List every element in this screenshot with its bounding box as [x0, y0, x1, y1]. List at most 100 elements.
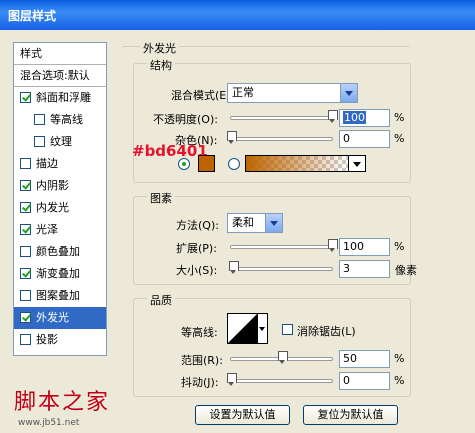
style-item-label: 描边 [36, 157, 58, 170]
color-annotation: #bd6401 [132, 142, 208, 160]
style-item-label: 斜面和浮雕 [36, 91, 91, 104]
set-default-label: 设置为默认值 [209, 408, 276, 421]
style-item-checkbox[interactable] [34, 114, 45, 125]
spread-slider-thumb[interactable] [328, 239, 338, 252]
jitter-input[interactable]: 0 [339, 372, 390, 390]
style-item-label: 图案叠加 [36, 289, 80, 302]
jitter-label: 抖动(J): [181, 376, 219, 389]
contour-picker[interactable] [227, 313, 258, 344]
reset-default-button[interactable]: 复位为默认值 [303, 405, 398, 425]
style-item[interactable]: 描边 [14, 153, 106, 175]
style-item-label: 渐变叠加 [36, 267, 80, 280]
noise-input[interactable]: 0 [339, 130, 390, 148]
glow-color-swatch[interactable] [198, 155, 215, 172]
method-select[interactable]: 柔和 [227, 213, 283, 233]
title-bar: 图层样式 [0, 0, 475, 30]
method-value: 柔和 [232, 216, 254, 229]
noise-slider[interactable] [227, 131, 333, 144]
jitter-slider-thumb[interactable] [227, 373, 237, 386]
style-item-label: 颜色叠加 [36, 245, 80, 258]
styles-header-label: 样式 [20, 47, 42, 60]
style-item-checkbox[interactable] [20, 158, 31, 169]
style-item-checkbox[interactable] [20, 180, 31, 191]
spread-input[interactable]: 100 [339, 238, 390, 256]
contour-curve-icon [228, 314, 257, 343]
noise-value: 0 [343, 132, 350, 145]
spread-label: 扩展(P): [176, 242, 217, 255]
size-input[interactable]: 3 [339, 260, 390, 278]
style-item-checkbox[interactable] [20, 290, 31, 301]
gradient-dropdown-button[interactable] [349, 155, 366, 172]
spread-value: 100 [343, 240, 364, 253]
styles-list: 样式 混合选项:默认 斜面和浮雕等高线纹理描边内阴影内发光光泽颜色叠加渐变叠加图… [13, 42, 107, 356]
size-slider-thumb[interactable] [229, 261, 240, 274]
range-label: 范围(R): [181, 354, 223, 367]
style-item[interactable]: 光泽 [14, 219, 106, 241]
style-item[interactable]: 颜色叠加 [14, 241, 106, 263]
style-item-checkbox[interactable] [20, 202, 31, 213]
blend-mode-value: 正常 [232, 86, 254, 99]
style-item[interactable]: 内发光 [14, 197, 106, 219]
opacity-unit: % [394, 111, 405, 124]
style-item[interactable]: 内阴影 [14, 175, 106, 197]
spread-slider[interactable] [230, 239, 338, 252]
jitter-slider[interactable] [227, 373, 333, 386]
gradient-radio[interactable] [228, 158, 240, 170]
structure-title: 结构 [147, 57, 175, 73]
style-item-label: 投影 [36, 333, 58, 346]
style-item-checkbox[interactable] [20, 312, 31, 323]
chevron-down-icon [340, 84, 357, 102]
style-item[interactable]: 图案叠加 [14, 285, 106, 307]
style-item[interactable]: 投影 [14, 329, 106, 351]
glow-gradient-picker[interactable] [245, 155, 349, 172]
style-item-checkbox[interactable] [20, 224, 31, 235]
size-value: 3 [343, 262, 350, 275]
range-value: 50 [343, 352, 357, 365]
quality-title: 品质 [147, 292, 175, 308]
range-input[interactable]: 50 [339, 350, 390, 368]
style-item[interactable]: 纹理 [14, 131, 106, 153]
style-item-checkbox[interactable] [20, 334, 31, 345]
style-item-label: 外发光 [36, 311, 69, 324]
style-item[interactable]: 斜面和浮雕 [14, 87, 106, 109]
reset-default-label: 复位为默认值 [317, 408, 384, 421]
size-unit: 像素 [395, 264, 417, 277]
contour-dropdown-button[interactable] [258, 313, 268, 344]
window-title: 图层样式 [8, 9, 57, 23]
style-item-label: 等高线 [50, 113, 83, 126]
style-item-checkbox[interactable] [20, 246, 31, 257]
size-label: 大小(S): [176, 264, 218, 277]
watermark-url: www.jb51.net [18, 418, 80, 428]
opacity-label: 不透明度(O): [153, 113, 218, 126]
styles-header[interactable]: 样式 [14, 43, 106, 65]
opacity-value: 100 [343, 111, 366, 124]
solid-color-radio[interactable] [178, 158, 190, 170]
range-unit: % [394, 352, 405, 365]
opacity-input[interactable]: 100 [339, 109, 390, 127]
style-item-checkbox[interactable] [20, 92, 31, 103]
range-slider[interactable] [230, 351, 333, 364]
style-item-label: 内阴影 [36, 179, 69, 192]
range-slider-thumb[interactable] [277, 351, 288, 364]
style-item-checkbox[interactable] [20, 268, 31, 279]
watermark-text: 脚本之家 [14, 390, 111, 415]
style-item[interactable]: 等高线 [14, 109, 106, 131]
style-item-checkbox[interactable] [34, 136, 45, 147]
blend-options-item[interactable]: 混合选项:默认 [14, 65, 106, 87]
noise-slider-thumb[interactable] [227, 131, 237, 144]
style-item-label: 纹理 [50, 135, 72, 148]
blend-options-label: 混合选项:默认 [20, 69, 90, 82]
opacity-slider-thumb[interactable] [328, 110, 338, 123]
jitter-unit: % [394, 374, 405, 387]
style-item[interactable]: 渐变叠加 [14, 263, 106, 285]
size-slider[interactable] [229, 261, 333, 274]
chevron-down-icon [265, 214, 282, 232]
style-item[interactable]: 外发光 [14, 307, 106, 329]
style-item-label: 内发光 [36, 201, 69, 214]
spread-unit: % [394, 240, 405, 253]
opacity-slider[interactable] [230, 110, 338, 123]
set-default-button[interactable]: 设置为默认值 [195, 405, 290, 425]
antialias-checkbox[interactable] [282, 324, 293, 335]
blend-mode-select[interactable]: 正常 [227, 83, 358, 103]
jitter-value: 0 [343, 374, 350, 387]
